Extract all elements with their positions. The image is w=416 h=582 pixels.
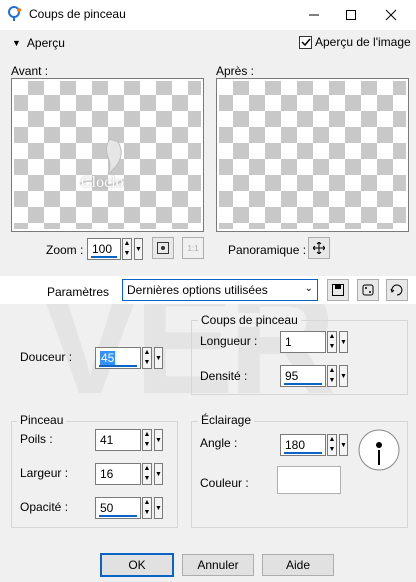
cancel-button[interactable]: Annuler [182, 554, 254, 576]
bristles-value: 41 [100, 433, 114, 447]
length-dropdown-button[interactable]: ▼ [339, 331, 348, 353]
parameters-selected: Dernières options utilisées [127, 283, 268, 297]
dice-icon [362, 284, 374, 296]
length-spinner[interactable]: ▲ ▼ [327, 331, 337, 353]
preview-toggle-label: Aperçu [26, 36, 65, 50]
before-label: Avant : [11, 64, 49, 78]
maximize-button[interactable] [333, 0, 369, 30]
width-dropdown-button[interactable]: ▼ [154, 463, 163, 485]
random-preset-button[interactable] [357, 279, 379, 301]
length-input[interactable]: 1 [280, 331, 326, 353]
opacity-dropdown-button[interactable]: ▼ [154, 497, 163, 519]
before-preview[interactable]: Cloclo [11, 78, 204, 232]
zoom-value: 100 [92, 242, 113, 256]
flower-logo-icon [70, 134, 150, 204]
length-label: Longueur : [200, 334, 258, 348]
zoom-dropdown-button[interactable]: ▼ [134, 238, 143, 260]
parameters-select[interactable]: Dernières options utilisées ⌄ [122, 279, 318, 301]
softness-dropdown-button[interactable]: ▼ [154, 347, 163, 369]
bristles-label: Poils : [20, 432, 53, 446]
after-label: Après : [216, 64, 255, 78]
angle-dial[interactable] [357, 428, 401, 472]
watermark-text: Cloclo [81, 174, 124, 191]
pan-button[interactable] [308, 237, 330, 259]
minimize-button[interactable] [296, 0, 332, 30]
softness-label: Douceur : [20, 350, 73, 364]
move-icon [313, 242, 325, 254]
density-dropdown-button[interactable]: ▼ [339, 365, 348, 387]
opacity-label: Opacité : [20, 500, 69, 514]
app-logo-icon [8, 6, 24, 22]
zoom-spinner[interactable]: ▲ ▼ [122, 238, 132, 260]
strokes-group-title: Coups de pinceau [198, 313, 301, 327]
opacity-value: 50 [100, 501, 114, 515]
angle-spinner[interactable]: ▲ ▼ [327, 434, 337, 456]
density-label: Densité : [200, 369, 248, 383]
reset-icon [390, 284, 403, 296]
image-preview-checkbox[interactable]: Aperçu de l'image [299, 35, 411, 49]
angle-label: Angle : [200, 436, 238, 450]
softness-value: 45 [100, 351, 116, 365]
opacity-input[interactable]: 50 [95, 497, 141, 519]
length-value: 1 [285, 335, 292, 349]
save-icon [332, 284, 344, 296]
color-swatch[interactable] [277, 466, 341, 494]
close-button[interactable] [373, 0, 409, 30]
width-value: 16 [100, 467, 114, 481]
angle-dropdown-button[interactable]: ▼ [339, 434, 348, 456]
window-title: Coups de pinceau [29, 7, 126, 21]
image-preview-label: Aperçu de l'image [315, 35, 411, 49]
zoom-input[interactable]: 100 [87, 238, 121, 260]
brush-group-title: Pinceau [17, 413, 67, 427]
width-spinner[interactable]: ▲ ▼ [142, 463, 152, 485]
softness-input[interactable]: 45 [95, 347, 141, 369]
lighting-group-title: Éclairage [198, 413, 255, 427]
pan-label: Panoramique : [228, 243, 307, 257]
after-preview[interactable] [216, 78, 409, 232]
bristles-dropdown-button[interactable]: ▼ [154, 429, 163, 451]
width-input[interactable]: 16 [95, 463, 141, 485]
density-value: 95 [285, 369, 299, 383]
angle-value: 180 [285, 438, 306, 452]
density-input[interactable]: 95 [280, 365, 326, 387]
opacity-spinner[interactable]: ▲ ▼ [142, 497, 152, 519]
width-label: Largeur : [20, 466, 69, 480]
angle-input[interactable]: 180 [280, 434, 326, 456]
reset-preset-button[interactable] [386, 279, 408, 301]
help-button[interactable]: Aide [262, 554, 334, 576]
checkbox-checked-icon [299, 35, 312, 49]
softness-spinner[interactable]: ▲ ▼ [142, 347, 152, 369]
density-spinner[interactable]: ▲ ▼ [327, 365, 337, 387]
triangle-down-icon: ▼ [12, 38, 21, 48]
bristles-input[interactable]: 41 [95, 429, 141, 451]
save-preset-button[interactable] [327, 279, 349, 301]
chevron-down-icon: ⌄ [304, 283, 313, 294]
zoom-fit-button[interactable] [152, 237, 174, 259]
parameters-label: Paramètres [47, 285, 110, 299]
zoom-label: Zoom : [46, 243, 84, 257]
color-label: Couleur : [200, 476, 249, 490]
bristles-spinner[interactable]: ▲ ▼ [142, 429, 152, 451]
zoom-1to1-button[interactable]: 1:1 [182, 237, 204, 259]
preview-toggle[interactable]: ▼ Aperçu [12, 36, 65, 50]
ok-button[interactable]: OK [100, 553, 174, 577]
